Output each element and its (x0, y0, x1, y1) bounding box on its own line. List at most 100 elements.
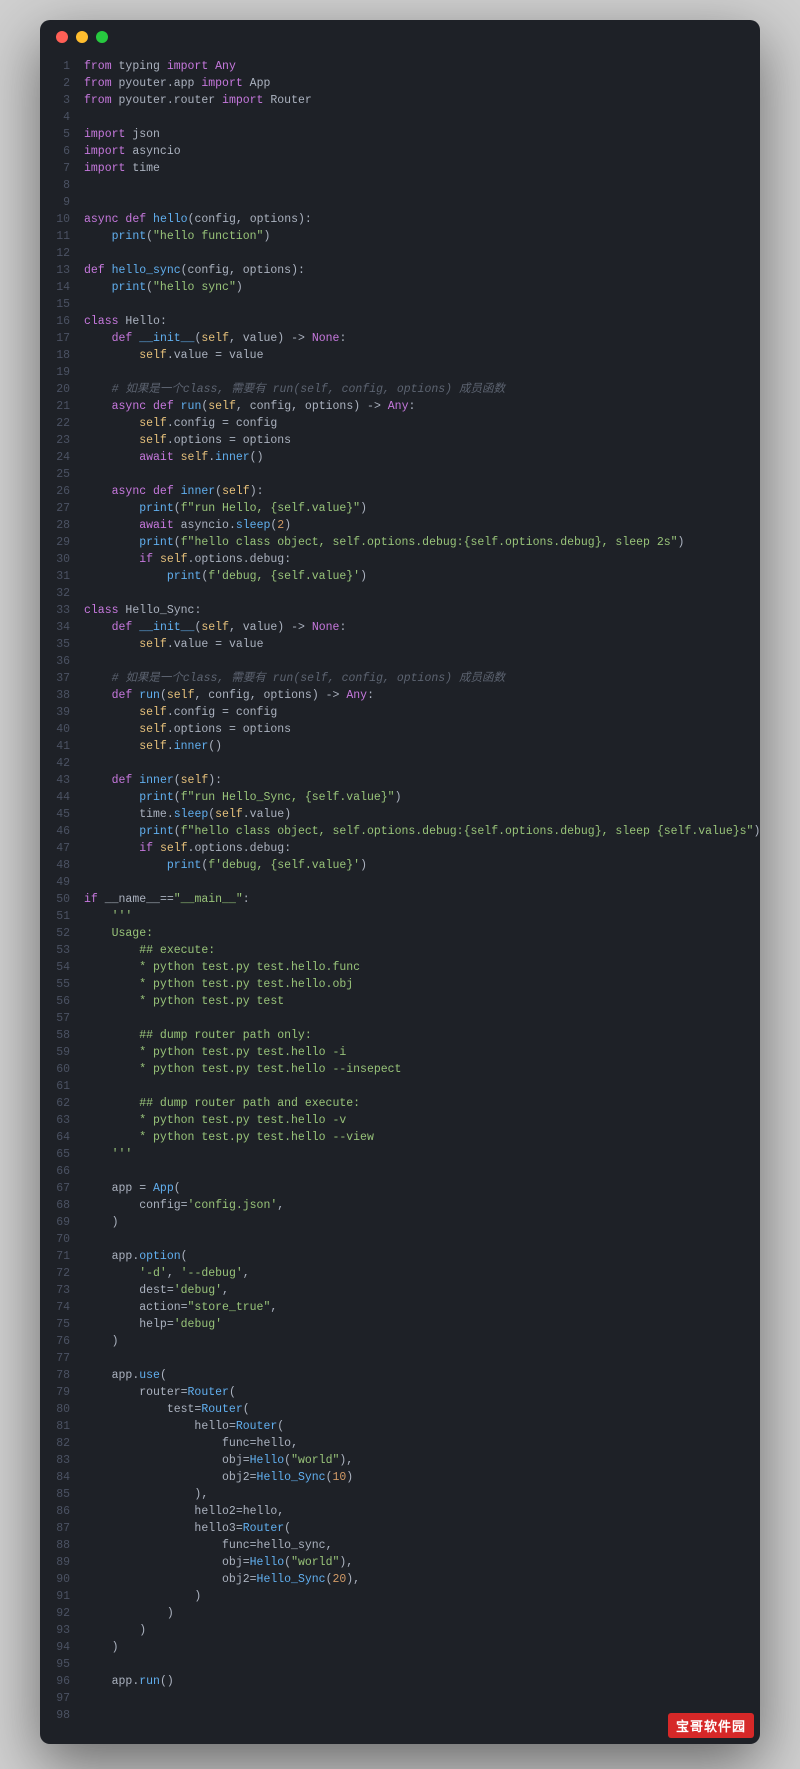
code-line: print(f"run Hello, {self.value}") (84, 500, 760, 517)
line-number: 56 (40, 993, 70, 1010)
line-number: 39 (40, 704, 70, 721)
code-line: self.options = options (84, 432, 760, 449)
code-line: print(f'debug, {self.value}') (84, 857, 760, 874)
code-line: func=hello, (84, 1435, 760, 1452)
code-line: import asyncio (84, 143, 760, 160)
line-number: 64 (40, 1129, 70, 1146)
line-number: 93 (40, 1622, 70, 1639)
line-number: 11 (40, 228, 70, 245)
code-line: obj=Hello("world"), (84, 1554, 760, 1571)
code-line: hello3=Router( (84, 1520, 760, 1537)
line-number: 55 (40, 976, 70, 993)
line-number: 33 (40, 602, 70, 619)
code-line (84, 364, 760, 381)
line-number: 37 (40, 670, 70, 687)
line-number: 31 (40, 568, 70, 585)
code-line: * python test.py test.hello.func (84, 959, 760, 976)
code-line (84, 1010, 760, 1027)
code-line: def __init__(self, value) -> None: (84, 330, 760, 347)
code-line: router=Router( (84, 1384, 760, 1401)
code-line: ## execute: (84, 942, 760, 959)
line-number: 76 (40, 1333, 70, 1350)
line-number: 74 (40, 1299, 70, 1316)
code-line: * python test.py test (84, 993, 760, 1010)
line-number: 46 (40, 823, 70, 840)
close-icon[interactable] (56, 31, 68, 43)
line-number: 38 (40, 687, 70, 704)
line-number: 36 (40, 653, 70, 670)
code-line: self.value = value (84, 636, 760, 653)
line-number: 19 (40, 364, 70, 381)
code-line: self.options = options (84, 721, 760, 738)
code-line: test=Router( (84, 1401, 760, 1418)
line-number: 65 (40, 1146, 70, 1163)
code-line: class Hello: (84, 313, 760, 330)
code-line: ## dump router path and execute: (84, 1095, 760, 1112)
code-line: time.sleep(self.value) (84, 806, 760, 823)
line-number: 7 (40, 160, 70, 177)
code-line (84, 1707, 760, 1724)
line-number: 94 (40, 1639, 70, 1656)
watermark-badge: 宝哥软件园 (668, 1713, 754, 1738)
code-line: ) (84, 1622, 760, 1639)
line-number: 88 (40, 1537, 70, 1554)
line-number: 8 (40, 177, 70, 194)
line-number: 3 (40, 92, 70, 109)
code-line: hello=Router( (84, 1418, 760, 1435)
line-number: 60 (40, 1061, 70, 1078)
code-line: print(f"hello class object, self.options… (84, 534, 760, 551)
line-number: 45 (40, 806, 70, 823)
line-number: 96 (40, 1673, 70, 1690)
code-line: obj=Hello("world"), (84, 1452, 760, 1469)
code-line: ) (84, 1639, 760, 1656)
code-line: * python test.py test.hello --insepect (84, 1061, 760, 1078)
line-number: 34 (40, 619, 70, 636)
code-line: ) (84, 1333, 760, 1350)
traffic-lights (56, 31, 108, 43)
line-number: 54 (40, 959, 70, 976)
line-number: 10 (40, 211, 70, 228)
code-editor[interactable]: 1234567891011121314151617181920212223242… (40, 54, 760, 1744)
code-line: async def hello(config, options): (84, 211, 760, 228)
line-number: 29 (40, 534, 70, 551)
line-number: 72 (40, 1265, 70, 1282)
code-line: if __name__=="__main__": (84, 891, 760, 908)
maximize-icon[interactable] (96, 31, 108, 43)
code-line: from pyouter.router import Router (84, 92, 760, 109)
line-number: 70 (40, 1231, 70, 1248)
line-number: 90 (40, 1571, 70, 1588)
code-line (84, 194, 760, 211)
line-number: 13 (40, 262, 70, 279)
line-number: 73 (40, 1282, 70, 1299)
code-line: print(f"run Hello_Sync, {self.value}") (84, 789, 760, 806)
line-number: 98 (40, 1707, 70, 1724)
code-content[interactable]: from typing import Anyfrom pyouter.app i… (84, 58, 760, 1724)
line-number: 17 (40, 330, 70, 347)
code-line: print(f'debug, {self.value}') (84, 568, 760, 585)
line-number: 85 (40, 1486, 70, 1503)
code-line (84, 1690, 760, 1707)
line-number: 47 (40, 840, 70, 857)
line-number: 92 (40, 1605, 70, 1622)
line-number: 52 (40, 925, 70, 942)
code-line: help='debug' (84, 1316, 760, 1333)
line-number: 42 (40, 755, 70, 772)
code-line: await self.inner() (84, 449, 760, 466)
line-number: 24 (40, 449, 70, 466)
line-number: 22 (40, 415, 70, 432)
line-number: 48 (40, 857, 70, 874)
minimize-icon[interactable] (76, 31, 88, 43)
code-line: Usage: (84, 925, 760, 942)
line-number: 53 (40, 942, 70, 959)
code-line: import json (84, 126, 760, 143)
line-number: 25 (40, 466, 70, 483)
line-number: 61 (40, 1078, 70, 1095)
code-line: await asyncio.sleep(2) (84, 517, 760, 534)
line-number: 59 (40, 1044, 70, 1061)
line-number: 80 (40, 1401, 70, 1418)
line-number: 77 (40, 1350, 70, 1367)
line-number: 4 (40, 109, 70, 126)
code-line: if self.options.debug: (84, 551, 760, 568)
code-line: ) (84, 1588, 760, 1605)
line-number: 83 (40, 1452, 70, 1469)
